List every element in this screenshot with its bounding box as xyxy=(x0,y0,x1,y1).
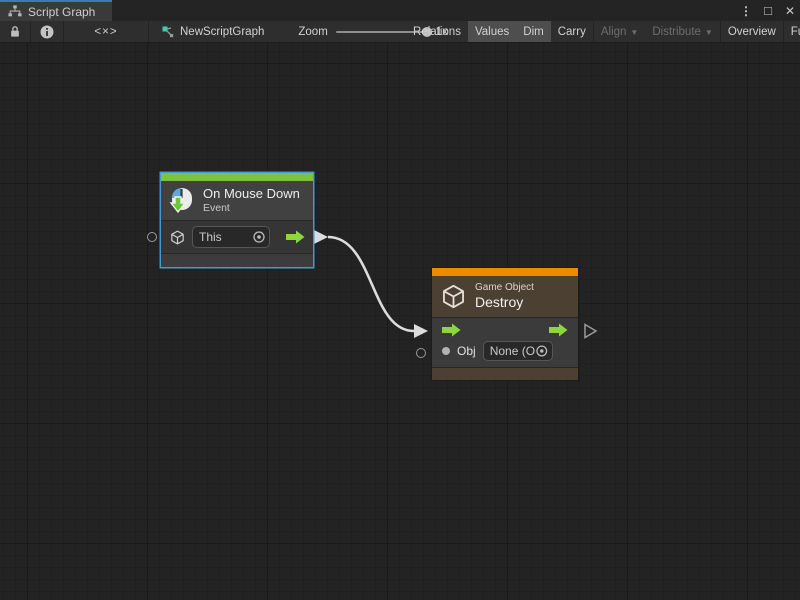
overview-label: Overview xyxy=(728,26,776,38)
distribute-button: Distribute ▼ xyxy=(645,21,720,42)
wire-source-arrow xyxy=(314,230,328,244)
fullscreen-button[interactable]: Full Screen xyxy=(784,21,800,42)
flow-connection-wire[interactable] xyxy=(328,237,414,331)
destroy-node-footer xyxy=(432,368,578,380)
destroy-node-body: Obj None (Object) xyxy=(432,318,578,368)
graph-name-button[interactable]: NewScriptGraph xyxy=(149,25,274,38)
obj-param-value: None (Object) xyxy=(490,344,535,358)
wire-target-arrow xyxy=(414,324,428,338)
graph-name-label: NewScriptGraph xyxy=(180,26,264,38)
destroy-accent-strip xyxy=(432,268,578,276)
align-button: Align ▼ xyxy=(594,21,646,42)
graph-canvas[interactable]: On Mouse Down Event This xyxy=(0,43,800,600)
destroy-flow-out-arrow[interactable] xyxy=(549,323,568,337)
code-view-button[interactable]: <×> xyxy=(64,21,148,42)
event-node-footer xyxy=(161,254,313,267)
object-picker-icon[interactable] xyxy=(535,344,549,358)
close-icon[interactable]: ✕ xyxy=(782,3,798,19)
destroy-node-header: Game Object Destroy xyxy=(432,276,578,317)
event-trigger-out-arrow[interactable] xyxy=(286,230,305,244)
dim-label: Dim xyxy=(523,26,543,38)
game-object-icon xyxy=(440,283,467,310)
window-controls: ⋮ □ ✕ xyxy=(738,0,798,21)
obj-port-dot[interactable] xyxy=(442,347,450,355)
maximize-icon[interactable]: □ xyxy=(760,3,776,19)
values-button[interactable]: Values xyxy=(468,21,516,42)
event-target-port[interactable] xyxy=(147,232,157,242)
game-object-icon xyxy=(169,229,186,246)
zoom-label: Zoom xyxy=(298,26,327,38)
destroy-flow-in-arrow[interactable] xyxy=(442,323,461,337)
destroy-obj-row: Obj None (Object) xyxy=(432,341,578,361)
event-node-title: On Mouse Down xyxy=(203,187,300,202)
tab-script-graph[interactable]: Script Graph xyxy=(0,0,112,21)
object-picker-icon[interactable] xyxy=(252,230,266,244)
event-node-header: On Mouse Down Event xyxy=(161,181,313,220)
node-on-mouse-down[interactable]: On Mouse Down Event This xyxy=(161,173,313,267)
info-icon xyxy=(40,25,54,39)
event-target-field[interactable]: This xyxy=(192,226,270,248)
graph-icon xyxy=(161,25,174,38)
tab-bar: Script Graph ⋮ □ ✕ xyxy=(0,0,800,21)
distribute-label: Distribute xyxy=(652,26,701,38)
align-label: Align xyxy=(601,26,627,38)
lock-icon xyxy=(9,25,21,38)
event-accent-strip xyxy=(161,173,313,181)
overview-button[interactable]: Overview xyxy=(721,21,783,42)
destroy-node-title: Destroy xyxy=(475,294,534,311)
code-icon: <×> xyxy=(94,26,117,38)
tab-title: Script Graph xyxy=(28,5,95,19)
relations-label: Relations xyxy=(413,26,461,38)
script-graph-window: Script Graph ⋮ □ ✕ xyxy=(0,0,800,600)
destroy-node-category: Game Object xyxy=(475,282,534,294)
values-label: Values xyxy=(475,26,509,38)
event-node-body: This xyxy=(161,221,313,253)
carry-button[interactable]: Carry xyxy=(551,21,593,42)
carry-label: Carry xyxy=(558,26,586,38)
destroy-obj-port[interactable] xyxy=(416,348,426,358)
fullscreen-label: Full Screen xyxy=(791,26,800,38)
info-button[interactable] xyxy=(31,21,63,42)
chevron-down-icon: ▼ xyxy=(630,28,638,37)
connection-layer xyxy=(0,43,800,600)
chevron-down-icon: ▼ xyxy=(705,28,713,37)
hierarchy-icon xyxy=(8,5,22,18)
destroy-flow-row xyxy=(432,323,578,337)
destroy-node-titles: Game Object Destroy xyxy=(475,282,534,311)
toolbar-left: <×> NewScriptGraph Zoom 1x xyxy=(0,21,448,42)
dim-button[interactable]: Dim xyxy=(516,21,550,42)
toolbar-right: Relations Values Dim Carry Align ▼ Distr… xyxy=(406,21,800,42)
lock-button[interactable] xyxy=(0,21,30,42)
destroy-output-port[interactable] xyxy=(585,325,596,338)
relations-button[interactable]: Relations xyxy=(406,21,468,42)
obj-value-field[interactable]: None (Object) xyxy=(483,341,553,361)
obj-param-label: Obj xyxy=(457,344,476,358)
event-node-titles: On Mouse Down Event xyxy=(203,187,300,214)
node-destroy[interactable]: Game Object Destroy Obj xyxy=(432,268,578,380)
menu-icon[interactable]: ⋮ xyxy=(738,3,754,19)
graph-toolbar: <×> NewScriptGraph Zoom 1x R xyxy=(0,21,800,43)
mouse-down-icon xyxy=(169,187,195,215)
event-target-value: This xyxy=(199,230,252,244)
event-node-subtitle: Event xyxy=(203,202,300,214)
